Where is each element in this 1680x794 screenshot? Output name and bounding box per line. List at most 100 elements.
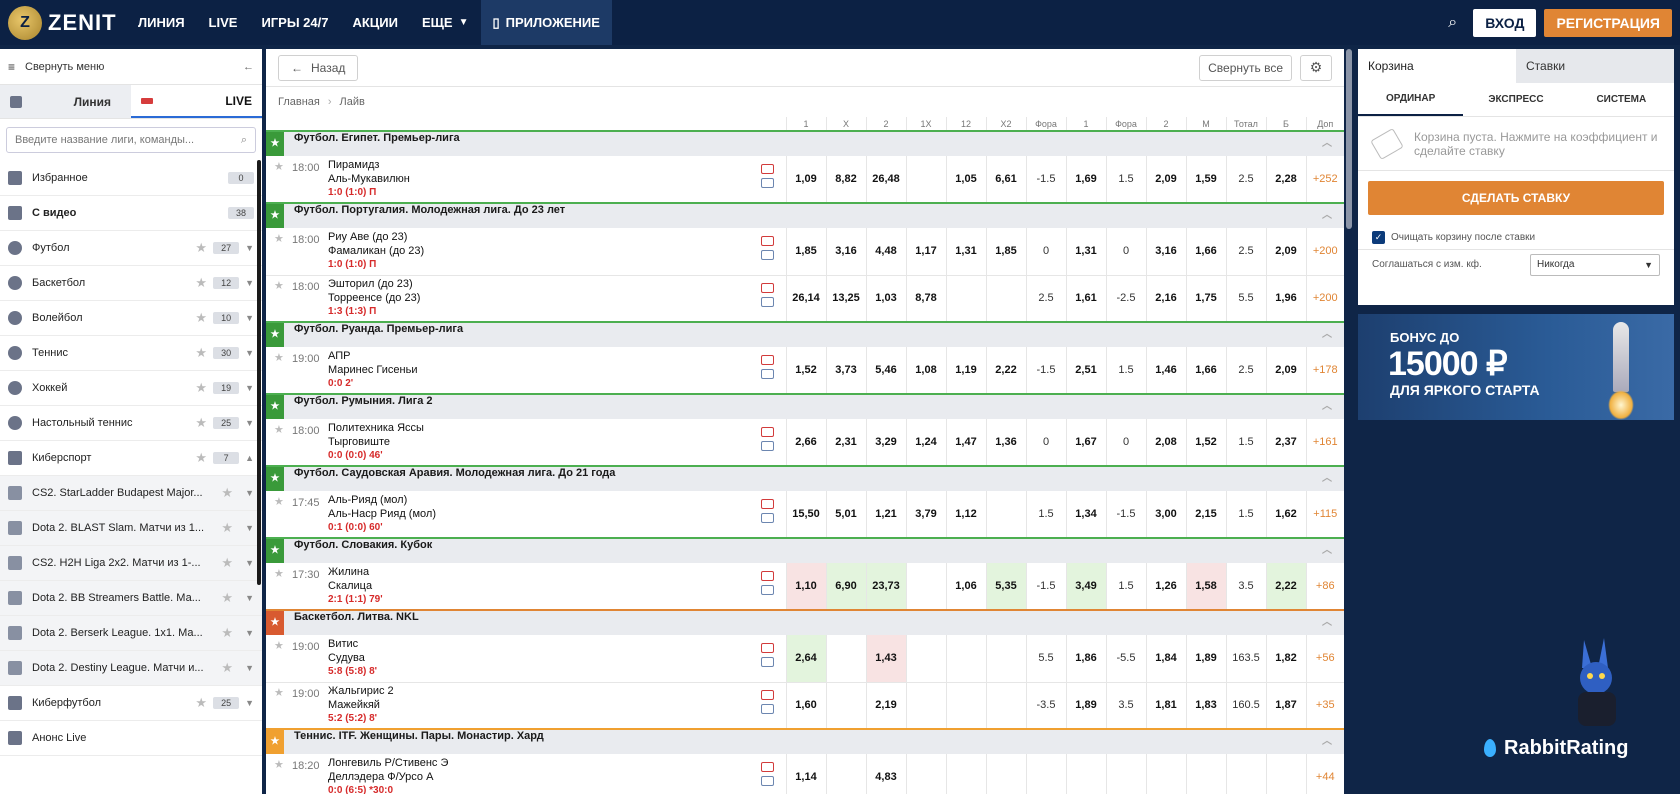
video-icon[interactable] — [760, 164, 774, 174]
odds-cell[interactable]: 3,73 — [825, 347, 866, 395]
odds-cell[interactable]: 2,37 — [1265, 419, 1306, 467]
match-row[interactable]: ★ 19:00 АПР Маринес Гисеньи 0:0 2' 1,52 3,73 5,… — [266, 347, 1344, 395]
odds-cell[interactable]: 1,85 — [785, 228, 826, 276]
more-markets-cell[interactable]: +35 — [1305, 682, 1344, 730]
video-icon[interactable] — [760, 499, 774, 509]
odds-cell[interactable]: 1,09 — [785, 156, 826, 204]
video-icon[interactable] — [760, 427, 774, 437]
nav-line[interactable]: ЛИНИЯ — [126, 0, 197, 45]
odds-cell[interactable]: 2,15 — [1185, 491, 1226, 539]
star-icon[interactable]: ★ — [221, 520, 233, 536]
odds-cell[interactable]: -3.5 — [1025, 682, 1066, 730]
odds-cell[interactable]: 0 — [1105, 228, 1146, 276]
odds-cell[interactable]: 3,49 — [1065, 563, 1106, 611]
odds-cell[interactable]: 1,85 — [985, 228, 1026, 276]
odds-cell[interactable]: 1,52 — [1185, 419, 1226, 467]
chevron-up-icon[interactable]: ▲ — [245, 453, 254, 463]
odds-cell[interactable]: 3,29 — [865, 419, 906, 467]
match-info[interactable]: ★ 18:00 Риу Аве (до 23) Фамаликан (до 23) 1:… — [266, 228, 786, 276]
sidebar-item[interactable]: Избранное 0 — [0, 161, 262, 196]
odds-cell[interactable]: 13,25 — [825, 275, 866, 323]
odds-cell[interactable]: 2.5 — [1025, 275, 1066, 323]
league-header[interactable]: ★ Футбол. Египет. Премьер-лига ︿ — [266, 130, 1344, 156]
odds-cell[interactable]: 2,66 — [785, 419, 826, 467]
odds-cell[interactable]: 1.5 — [1225, 419, 1266, 467]
odds-cell[interactable]: 0 — [1025, 228, 1066, 276]
match-row[interactable]: ★ 18:00 Риу Аве (до 23) Фамаликан (до 23) 1:… — [266, 228, 1344, 276]
odds-cell[interactable]: 2,22 — [1265, 563, 1306, 611]
match-row[interactable]: ★ 17:45 Аль-Рияд (мол) Аль-Наср Рияд (мол) 0… — [266, 491, 1344, 539]
chevron-down-icon[interactable]: ▼ — [245, 628, 254, 638]
odds-cell[interactable]: 1,17 — [905, 228, 946, 276]
league-header[interactable]: ★ Футбол. Руанда. Премьер-лига ︿ — [266, 321, 1344, 347]
sidebar-item[interactable]: Киберспорт ★ 7 ▲ — [0, 441, 262, 476]
odds-cell[interactable]: 2,09 — [1265, 347, 1306, 395]
star-icon[interactable]: ★ — [221, 590, 233, 606]
league-header[interactable]: ★ Футбол. Словакия. Кубок ︿ — [266, 537, 1344, 563]
search-icon[interactable]: ⌕ — [241, 134, 247, 147]
odds-cell[interactable]: 1,86 — [1065, 635, 1106, 683]
more-markets-cell[interactable]: +161 — [1305, 419, 1344, 467]
odds-cell[interactable]: 1,66 — [1185, 347, 1226, 395]
odds-cell[interactable]: 5,35 — [985, 563, 1026, 611]
star-icon[interactable]: ★ — [195, 380, 207, 396]
odds-cell[interactable]: 1,24 — [905, 419, 946, 467]
stats-icon[interactable] — [760, 369, 774, 379]
odds-cell[interactable]: 1,06 — [945, 563, 986, 611]
nav-promo[interactable]: АКЦИИ — [340, 0, 410, 45]
star-icon[interactable]: ★ — [274, 758, 284, 771]
odds-cell[interactable]: 1,43 — [865, 635, 906, 683]
star-icon[interactable]: ★ — [274, 232, 284, 245]
match-row[interactable]: ★ 18:00 Пирамидз Аль-Мукавилюн 1:0 (1:0) П 1,… — [266, 156, 1344, 204]
star-icon[interactable]: ★ — [274, 160, 284, 173]
odds-cell[interactable]: 1,52 — [785, 347, 826, 395]
tab-live[interactable]: LIVE — [131, 85, 262, 118]
match-row[interactable]: ★ 18:00 Эшторил (до 23) Торреенсе (до 23) 1:… — [266, 275, 1344, 323]
star-icon[interactable]: ★ — [195, 450, 207, 466]
main-scrollbar[interactable] — [1346, 49, 1352, 229]
odds-cell[interactable]: 0 — [1105, 419, 1146, 467]
sidebar-item[interactable]: Теннис ★ 30 ▼ — [0, 336, 262, 371]
odds-cell[interactable]: 1,26 — [1145, 563, 1186, 611]
star-icon[interactable]: ★ — [195, 240, 207, 256]
odds-cell[interactable]: 1,84 — [1145, 635, 1186, 683]
star-icon[interactable]: ★ — [274, 639, 284, 652]
odds-cell[interactable]: -2.5 — [1105, 275, 1146, 323]
chevron-down-icon[interactable]: ▼ — [245, 418, 254, 428]
star-icon[interactable]: ★ — [195, 275, 207, 291]
chevron-down-icon[interactable]: ▼ — [245, 488, 254, 498]
collapse-all-button[interactable]: Свернуть все — [1199, 54, 1292, 81]
chevron-down-icon[interactable]: ▼ — [245, 593, 254, 603]
collapse-menu-row[interactable]: ≡ Свернуть меню ← — [0, 49, 262, 85]
star-icon[interactable]: ★ — [274, 495, 284, 508]
odds-cell[interactable]: -5.5 — [1105, 635, 1146, 683]
odds-cell[interactable]: 1,47 — [945, 419, 986, 467]
match-info[interactable]: ★ 18:20 Лонгевиль Р/Стивенс Э Деллэдера Ф/У… — [266, 754, 786, 794]
search-icon[interactable]: ⌕ — [1448, 14, 1457, 32]
stats-icon[interactable] — [760, 250, 774, 261]
stats-icon[interactable] — [760, 657, 774, 668]
odds-cell[interactable]: 26,48 — [865, 156, 906, 204]
odds-cell[interactable]: 1,36 — [985, 419, 1026, 467]
odds-cell[interactable]: -1.5 — [1025, 563, 1066, 611]
chevron-up-icon[interactable]: ︿ — [1322, 204, 1332, 228]
more-markets-cell[interactable]: +115 — [1305, 491, 1344, 539]
odds-cell[interactable]: 1,96 — [1265, 275, 1306, 323]
star-icon[interactable]: ★ — [266, 204, 284, 228]
odds-cell[interactable]: 1.5 — [1105, 563, 1146, 611]
star-icon[interactable]: ★ — [274, 686, 284, 699]
star-icon[interactable]: ★ — [266, 132, 284, 156]
star-icon[interactable]: ★ — [274, 351, 284, 364]
odds-cell[interactable]: 1.5 — [1025, 491, 1066, 539]
more-markets-cell[interactable]: +200 — [1305, 228, 1344, 276]
sidebar-subitem[interactable]: Dota 2. Destiny League. Матчи и... ★ ▼ — [0, 651, 262, 686]
more-markets-cell[interactable]: +200 — [1305, 275, 1344, 323]
stats-icon[interactable] — [760, 178, 774, 188]
star-icon[interactable]: ★ — [221, 555, 233, 571]
league-header[interactable]: ★ Футбол. Португалия. Молодежная лига. До… — [266, 202, 1344, 228]
odds-cell[interactable]: 3.5 — [1225, 563, 1266, 611]
odds-cell[interactable]: -1.5 — [1105, 491, 1146, 539]
odds-cell[interactable]: 23,73 — [865, 563, 906, 611]
chevron-down-icon[interactable]: ▼ — [245, 348, 254, 358]
star-icon[interactable]: ★ — [266, 395, 284, 419]
